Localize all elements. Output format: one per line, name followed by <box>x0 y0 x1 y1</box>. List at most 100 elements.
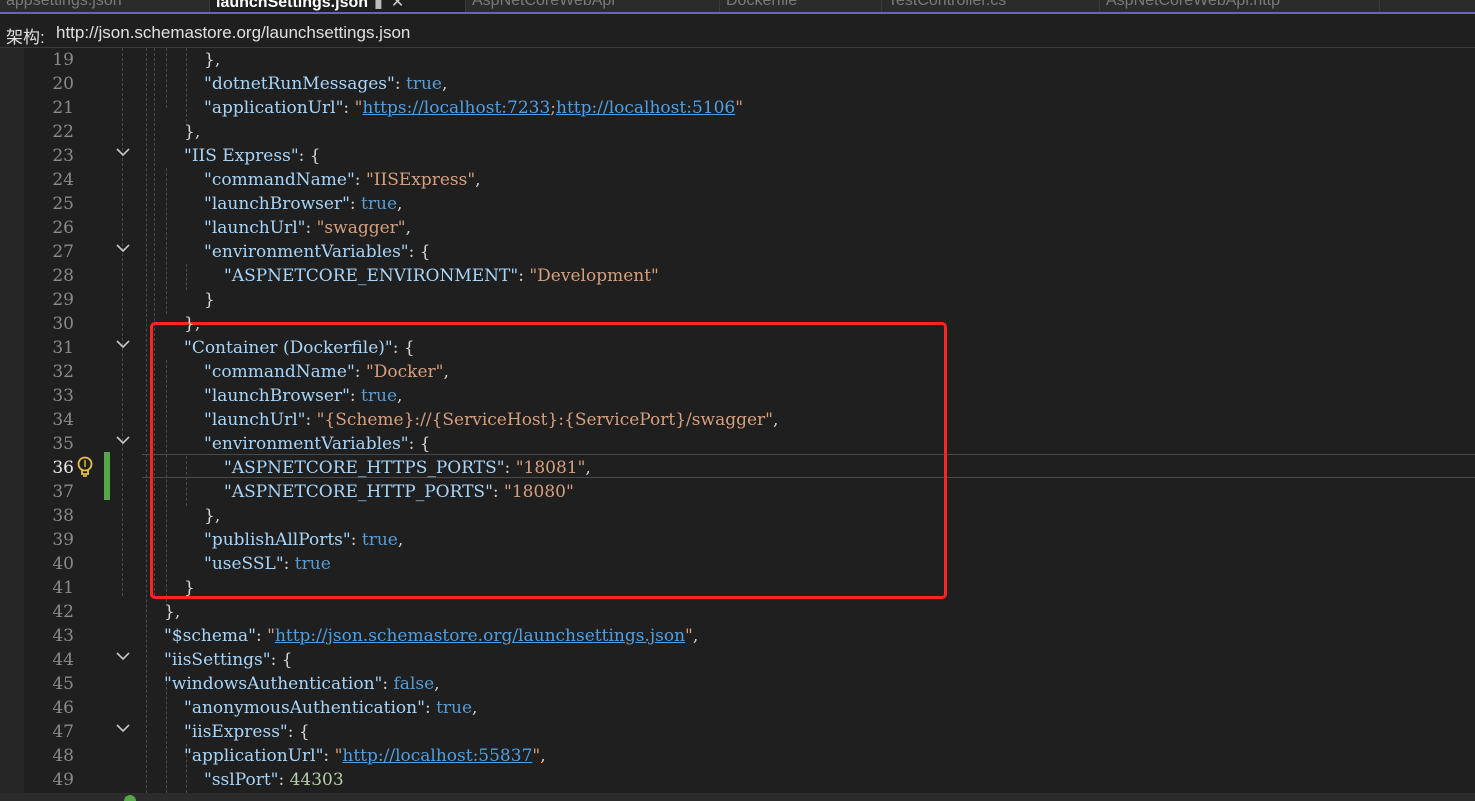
code-token: , <box>692 626 699 646</box>
code-line[interactable]: 47 "iisExpress": { <box>24 720 1475 744</box>
chevron-down-icon[interactable] <box>116 243 130 253</box>
line-number: 48 <box>52 746 74 766</box>
code-line[interactable]: 32 "commandName": "Docker", <box>24 360 1475 384</box>
code-token: : <box>283 554 295 574</box>
code-token: } <box>184 578 195 598</box>
no-issues-icon[interactable] <box>124 795 136 801</box>
code-line[interactable]: 27 "environmentVariables": { <box>24 240 1475 264</box>
code-token: }, <box>184 122 201 142</box>
line-number: 20 <box>52 74 74 94</box>
line-number: 37 <box>52 482 74 502</box>
code-text: } <box>184 576 195 600</box>
code-text: "iisSettings": { <box>164 648 293 672</box>
code-token: : { <box>408 434 431 454</box>
code-line[interactable]: 48 "applicationUrl": "http://localhost:55… <box>24 744 1475 768</box>
code-link[interactable]: http://localhost:55837 <box>342 746 532 766</box>
code-token: true <box>405 74 442 94</box>
tab-label: launchSettings.json <box>216 0 369 11</box>
code-token: "ASPNETCORE_HTTPS_PORTS" <box>224 458 505 478</box>
code-editor[interactable]: 19}, 20 "dotnetRunMessages": true, 21 "appli… <box>24 48 1475 793</box>
code-link[interactable]: http://localhost:5106 <box>556 98 735 118</box>
code-token: , <box>405 218 412 238</box>
code-token: " <box>267 626 275 646</box>
code-line[interactable]: 28 "ASPNETCORE_ENVIRONMENT": "Development… <box>24 264 1475 288</box>
tab-appsettings[interactable]: appsettings.json <box>0 0 210 12</box>
code-token: true <box>361 386 398 406</box>
line-number: 26 <box>52 218 74 238</box>
chevron-down-icon[interactable] <box>116 147 130 157</box>
code-token: "launchUrl" <box>204 410 306 430</box>
code-token: "ASPNETCORE_ENVIRONMENT" <box>224 266 519 286</box>
code-line[interactable]: 21 "applicationUrl": " https://localhost:7… <box>24 96 1475 120</box>
code-line[interactable]: 19}, <box>24 48 1475 72</box>
chevron-down-icon[interactable] <box>116 339 130 349</box>
schema-bar: 架构: http://json.schemastore.org/launchse… <box>0 20 1475 48</box>
code-token: : <box>305 410 317 430</box>
code-text: }, <box>164 600 180 624</box>
code-line[interactable]: 23 "IIS Express": { <box>24 144 1475 168</box>
code-token: : <box>323 746 335 766</box>
code-token: "publishAllPorts" <box>204 530 351 550</box>
code-line[interactable]: 39 "publishAllPorts": true, <box>24 528 1475 552</box>
code-line[interactable]: 25 "launchBrowser": true, <box>24 192 1475 216</box>
code-line[interactable]: 20 "dotnetRunMessages": true, <box>24 72 1475 96</box>
code-link[interactable]: https://localhost:7233 <box>362 98 550 118</box>
tab-aspnetcorewebapi[interactable]: AspNetCoreWebApi <box>466 0 720 12</box>
code-line[interactable]: 36 "ASPNETCORE_HTTPS_PORTS": "18081", <box>24 456 1475 480</box>
tab-testcontroller[interactable]: TestController.cs <box>882 0 1100 12</box>
code-line[interactable]: 22}, <box>24 120 1475 144</box>
code-line[interactable]: 37 "ASPNETCORE_HTTP_PORTS": "18080" <box>24 480 1475 504</box>
tab-dockerfile[interactable]: Dockerfile <box>720 0 882 12</box>
code-token: : { <box>408 242 431 262</box>
code-line[interactable]: 45 "windowsAuthentication": false, <box>24 672 1475 696</box>
line-number: 30 <box>52 314 74 334</box>
tab-aspnetcorewebapi-http[interactable]: AspNetCoreWebApi.http <box>1100 0 1380 12</box>
code-line[interactable]: 26 "launchUrl": "swagger", <box>24 216 1475 240</box>
code-text: "$schema": "http://json.schemastore.org/… <box>164 624 698 648</box>
code-line[interactable]: 43 "$schema": "http://json.schemastore.or… <box>24 624 1475 648</box>
line-number: 19 <box>52 50 74 70</box>
close-icon[interactable]: ✕ <box>391 0 404 11</box>
code-line[interactable]: 35 "environmentVariables": { <box>24 432 1475 456</box>
code-token: "ASPNETCORE_HTTP_PORTS" <box>224 482 493 502</box>
code-token: : { <box>298 146 321 166</box>
code-token: , <box>397 194 403 214</box>
schema-url[interactable]: http://json.schemastore.org/launchsettin… <box>56 23 410 43</box>
code-token: "IISExpress" <box>365 170 476 190</box>
tab-launchsettings[interactable]: launchSettings.json ▮ ✕ <box>210 0 466 12</box>
code-line[interactable]: 40 "useSSL": true <box>24 552 1475 576</box>
line-number: 38 <box>52 506 74 526</box>
code-line[interactable]: 29} <box>24 288 1475 312</box>
code-line[interactable]: 34 "launchUrl": "{Scheme}://{ServiceHost}… <box>24 408 1475 432</box>
code-token: , <box>475 170 481 190</box>
code-line[interactable]: 46 "anonymousAuthentication": true, <box>24 696 1475 720</box>
code-text: "ASPNETCORE_ENVIRONMENT": "Development" <box>224 264 659 288</box>
code-text: "launchBrowser": true, <box>204 192 402 216</box>
line-number: 29 <box>52 290 74 310</box>
code-line[interactable]: 33 "launchBrowser": true, <box>24 384 1475 408</box>
code-link[interactable]: http://json.schemastore.org/launchsettin… <box>275 626 685 646</box>
code-token: } <box>204 290 215 310</box>
code-line[interactable]: 44 "iisSettings": { <box>24 648 1475 672</box>
chevron-down-icon[interactable] <box>116 435 130 445</box>
code-line[interactable]: 31 "Container (Dockerfile)": { <box>24 336 1475 360</box>
code-line[interactable]: 41} <box>24 576 1475 600</box>
code-line[interactable]: 42}, <box>24 600 1475 624</box>
code-text: "useSSL": true <box>204 552 331 576</box>
code-token: : <box>504 458 516 478</box>
code-line[interactable]: 38}, <box>24 504 1475 528</box>
chevron-down-icon[interactable] <box>116 723 130 733</box>
code-token: , <box>397 386 403 406</box>
code-token: 44303 <box>289 770 344 790</box>
code-token: }, <box>204 50 221 70</box>
code-token: , <box>772 410 779 430</box>
code-line[interactable]: 24 "commandName": "IISExpress", <box>24 168 1475 192</box>
code-token: : <box>278 770 290 790</box>
code-line[interactable]: 30}, <box>24 312 1475 336</box>
pin-icon[interactable]: ▮ <box>374 0 383 11</box>
line-number: 41 <box>52 578 74 598</box>
code-line[interactable]: 49 "sslPort": 44303 <box>24 768 1475 792</box>
code-token: , <box>434 674 440 694</box>
tab-label: Dockerfile <box>726 0 798 9</box>
chevron-down-icon[interactable] <box>116 651 130 661</box>
